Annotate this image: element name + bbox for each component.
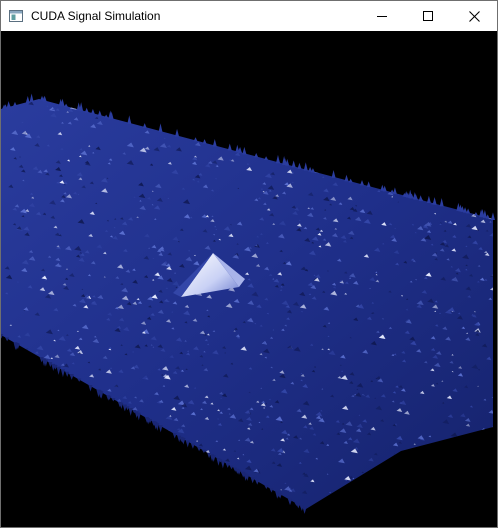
maximize-icon xyxy=(423,11,433,21)
app-window: CUDA Signal Simulation xyxy=(0,0,498,528)
minimize-icon xyxy=(377,16,387,17)
maximize-button[interactable] xyxy=(405,1,451,31)
close-button[interactable] xyxy=(451,1,497,31)
window-title: CUDA Signal Simulation xyxy=(31,9,161,23)
close-icon xyxy=(468,10,480,22)
title-bar[interactable]: CUDA Signal Simulation xyxy=(1,1,497,31)
app-window-icon xyxy=(9,10,23,22)
signal-surface-render xyxy=(1,93,495,514)
minimize-button[interactable] xyxy=(359,1,405,31)
render-viewport[interactable] xyxy=(1,31,497,527)
